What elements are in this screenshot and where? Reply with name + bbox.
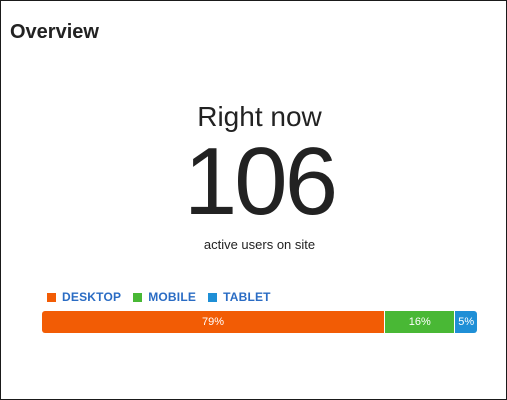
panel-title: Overview xyxy=(10,21,99,43)
tablet-swatch-icon xyxy=(208,292,218,302)
desktop-segment: 79% xyxy=(42,311,385,333)
legend-item-desktop: DESKTOP xyxy=(47,290,121,304)
legend-label-tablet: TABLET xyxy=(223,290,271,304)
active-users-caption: active users on site xyxy=(203,237,316,252)
legend-label-mobile: MOBILE xyxy=(148,290,197,304)
device-share-bar: 79% 16% 5% xyxy=(42,311,477,333)
mobile-segment: 16% xyxy=(384,311,455,333)
legend-item-tablet: TABLET xyxy=(208,290,271,304)
tablet-segment: 5% xyxy=(454,311,477,333)
legend-label-desktop: DESKTOP xyxy=(62,290,122,304)
active-users-count: 106 xyxy=(183,128,338,235)
desktop-swatch-icon xyxy=(47,292,56,302)
device-legend: DESKTOP MOBILE TABLET xyxy=(47,289,283,305)
legend-item-mobile: MOBILE xyxy=(133,290,196,304)
mobile-swatch-icon xyxy=(133,292,143,302)
overview-panel: Overview Right now 106 active users on s… xyxy=(0,0,507,400)
